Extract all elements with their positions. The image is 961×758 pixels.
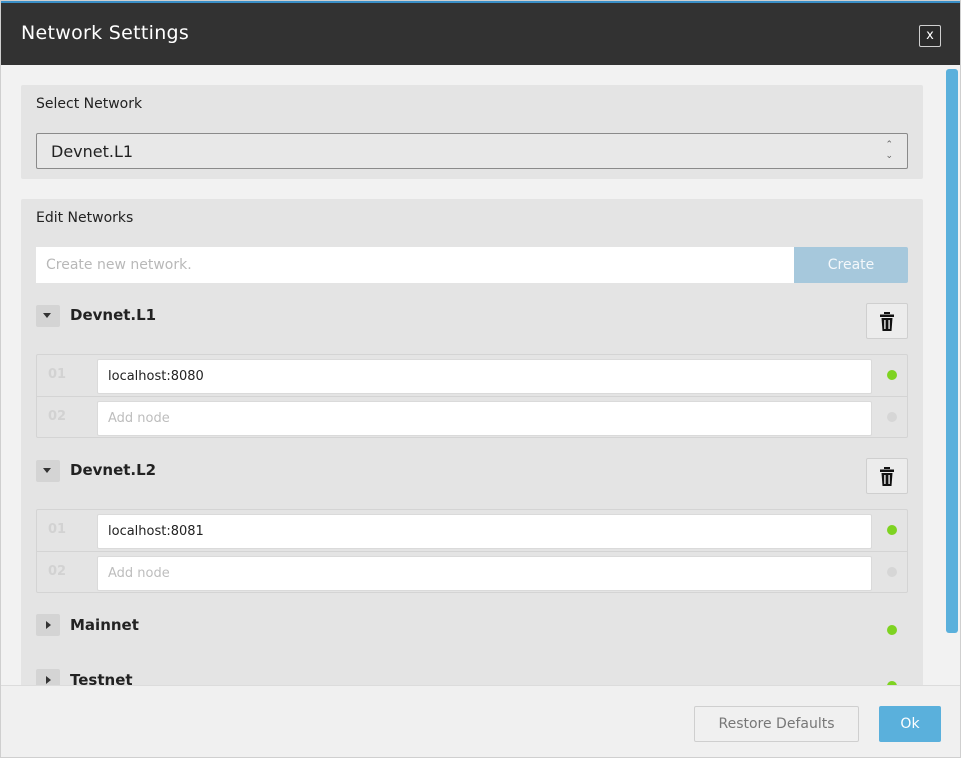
restore-defaults-button[interactable]: Restore Defaults [694, 706, 859, 742]
node-address-input[interactable] [97, 359, 872, 394]
network-toggle-devnet-l2[interactable] [36, 460, 60, 482]
create-network-input[interactable] [36, 247, 794, 283]
node-number: 01 [48, 367, 67, 382]
network-name: Mainnet [70, 616, 139, 634]
status-online-icon [887, 525, 897, 535]
node-list: 01 02 [36, 354, 908, 438]
network-name: Testnet [70, 671, 133, 685]
network-toggle-mainnet[interactable] [36, 614, 60, 636]
add-node-input[interactable] [97, 556, 872, 591]
node-row: 01 [37, 355, 907, 396]
scrollbar-thumb[interactable] [946, 69, 958, 633]
trash-icon [880, 312, 894, 331]
delete-network-button[interactable] [866, 303, 908, 339]
node-list: 01 02 [36, 509, 908, 593]
status-online-icon [887, 370, 897, 380]
node-number: 01 [48, 522, 67, 537]
caret-down-icon [43, 313, 51, 318]
dialog-footer: Restore Defaults Ok [1, 685, 960, 757]
caret-down-icon [43, 468, 51, 473]
status-inactive-icon [887, 412, 897, 422]
dialog-body: Select Network Devnet.L1 ⌃ ⌄ Edit Network… [1, 65, 944, 685]
network-name: Devnet.L2 [70, 461, 157, 479]
add-node-input[interactable] [97, 401, 872, 436]
network-name: Devnet.L1 [70, 306, 157, 324]
status-online-icon [887, 625, 897, 635]
network-select[interactable]: Devnet.L1 ⌃ ⌄ [36, 133, 908, 169]
node-row: 01 [37, 510, 907, 551]
caret-right-icon [46, 676, 51, 684]
caret-right-icon [46, 621, 51, 629]
node-number: 02 [48, 409, 67, 424]
updown-chevron-icon: ⌃ ⌄ [885, 140, 893, 161]
delete-network-button[interactable] [866, 458, 908, 494]
dialog-titlebar: Network Settings x [1, 1, 960, 65]
select-network-heading: Select Network [36, 96, 143, 112]
network-select-value: Devnet.L1 [51, 142, 134, 161]
select-network-panel: Select Network Devnet.L1 ⌃ ⌄ [21, 85, 923, 179]
ok-button[interactable]: Ok [879, 706, 941, 742]
close-button[interactable]: x [919, 25, 941, 47]
node-number: 02 [48, 564, 67, 579]
status-inactive-icon [887, 567, 897, 577]
dialog-title: Network Settings [21, 22, 190, 44]
node-address-input[interactable] [97, 514, 872, 549]
network-toggle-testnet[interactable] [36, 669, 60, 685]
node-row: 02 [37, 551, 907, 592]
trash-icon [880, 467, 894, 486]
network-settings-dialog: Network Settings x Select Network Devnet… [0, 0, 961, 758]
edit-networks-panel: Edit Networks Create Devnet.L1 [21, 199, 923, 685]
edit-networks-heading: Edit Networks [36, 210, 134, 226]
create-network-button[interactable]: Create [794, 247, 908, 283]
network-toggle-devnet-l1[interactable] [36, 305, 60, 327]
node-row: 02 [37, 396, 907, 437]
